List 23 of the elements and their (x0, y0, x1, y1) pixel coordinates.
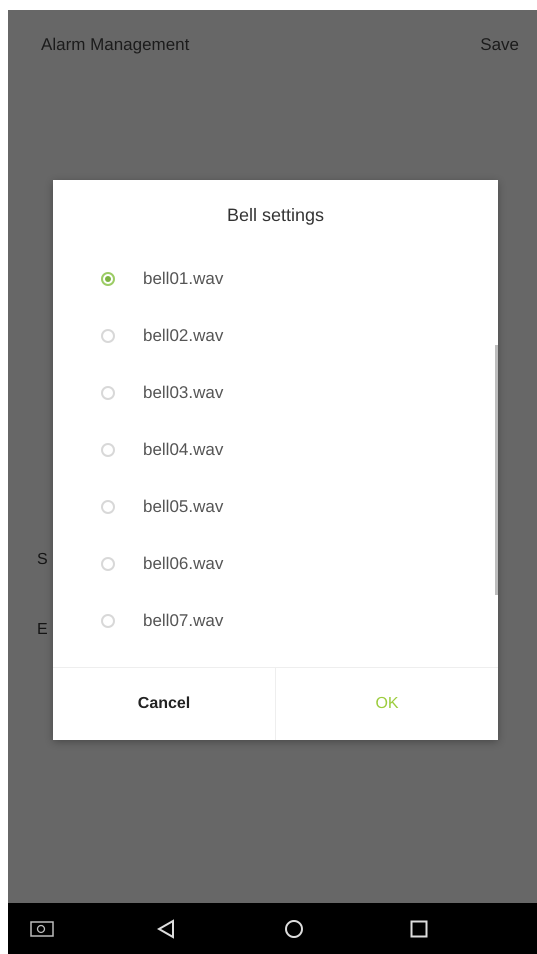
screen-title: Alarm Management (41, 35, 190, 55)
recents-icon[interactable] (410, 920, 428, 938)
bell-option[interactable]: bell02.wav (143, 326, 224, 346)
home-icon[interactable] (284, 918, 304, 938)
bell-option[interactable]: bell06.wav (143, 554, 224, 574)
bell-option[interactable]: bell01.wav (143, 268, 224, 288)
radio-button[interactable] (101, 442, 115, 456)
bell-option[interactable]: bell03.wav (143, 382, 224, 402)
radio-button[interactable] (101, 328, 115, 342)
radio-button[interactable] (101, 614, 115, 628)
radio-button[interactable] (101, 556, 115, 570)
radio-button[interactable] (101, 272, 115, 286)
dialog-title: Bell settings (226, 204, 326, 227)
cancel-button[interactable]: Cancel (53, 668, 275, 740)
screenshot-icon[interactable] (30, 920, 54, 936)
radio-button[interactable] (101, 386, 115, 400)
radio-button[interactable] (101, 500, 115, 514)
setting-label: E (37, 621, 48, 639)
bell-option[interactable]: bell04.wav (143, 440, 224, 460)
bell-option[interactable]: bell07.wav (143, 610, 224, 630)
setting-label: S (37, 551, 48, 569)
bell-option[interactable]: bell05.wav (143, 496, 224, 516)
back-icon[interactable] (156, 918, 175, 938)
